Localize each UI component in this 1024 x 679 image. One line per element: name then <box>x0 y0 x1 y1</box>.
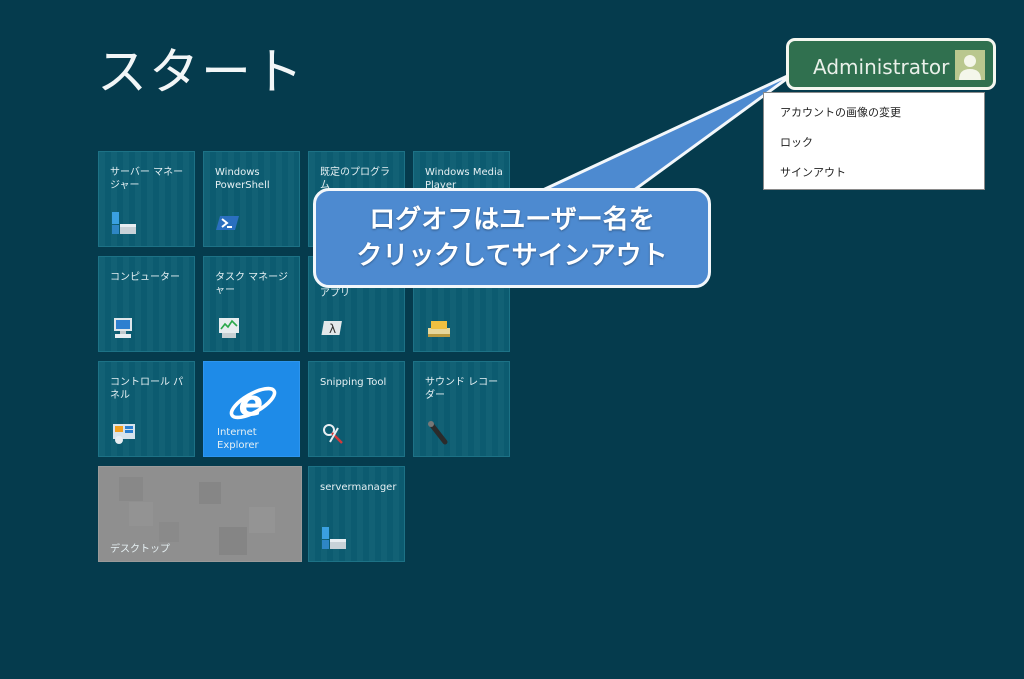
tile-label: サウンド レコーダー <box>425 377 499 401</box>
task-manager-icon <box>219 318 239 338</box>
user-account-button[interactable]: Administrator <box>786 38 996 90</box>
tile-snipping-tool[interactable]: Snipping Tool <box>308 361 405 457</box>
tile-server-manager[interactable]: サーバー マネージャー <box>98 151 195 247</box>
internet-explorer-icon: e <box>229 384 277 425</box>
tile-label: タスク マネージャー <box>215 272 288 296</box>
callout-line-1: ログオフはユーザー名を <box>369 205 655 235</box>
tile-label: アプリ <box>320 288 350 299</box>
drive-icon <box>428 321 450 337</box>
svg-text:λ: λ <box>329 322 336 336</box>
tile-label: コンピューター <box>110 272 180 283</box>
menu-item-sign-out[interactable]: サインアウト <box>780 164 846 180</box>
tile-internet-explorer[interactable]: e Internet Explorer <box>203 361 300 457</box>
tile-sound-recorder[interactable]: サウンド レコーダー <box>413 361 510 457</box>
tile-label: Internet Explorer <box>217 427 259 451</box>
tile-label: servermanager <box>320 482 397 493</box>
tile-desktop[interactable]: デスクトップ <box>98 466 302 562</box>
computer-icon <box>114 318 132 338</box>
tile-computer[interactable]: コンピューター <box>98 256 195 352</box>
callout-line-2: クリックしてサインアウト <box>356 241 668 271</box>
tile-control-panel[interactable]: コントロール パネル <box>98 361 195 457</box>
server-manager-icon <box>112 212 136 234</box>
lambda-icon: λ <box>321 321 342 336</box>
account-menu: アカウントの画像の変更 ロック サインアウト <box>763 92 985 190</box>
start-title: スタート <box>97 43 305 101</box>
server-manager-icon <box>322 527 346 549</box>
user-name: Administrator <box>813 55 950 79</box>
tile-task-manager[interactable]: タスク マネージャー <box>203 256 300 352</box>
tile-label: Snipping Tool <box>320 377 387 388</box>
microphone-icon <box>428 421 448 445</box>
annotation-callout: ログオフはユーザー名を クリックしてサインアウト <box>313 188 711 288</box>
tile-label: デスクトップ <box>110 544 170 555</box>
tile-label: Windows PowerShell <box>215 167 270 191</box>
tile-servermanager[interactable]: servermanager <box>308 466 405 562</box>
menu-item-lock[interactable]: ロック <box>780 134 813 150</box>
tile-label: サーバー マネージャー <box>110 167 184 191</box>
control-panel-icon <box>113 424 135 444</box>
svg-text:e: e <box>239 384 263 425</box>
tile-label: コントロール パネル <box>110 377 184 401</box>
tile-powershell[interactable]: Windows PowerShell <box>203 151 300 247</box>
scissors-icon <box>323 424 343 444</box>
user-avatar-icon <box>955 50 985 80</box>
powershell-icon <box>216 216 239 230</box>
menu-item-change-picture[interactable]: アカウントの画像の変更 <box>780 104 901 120</box>
